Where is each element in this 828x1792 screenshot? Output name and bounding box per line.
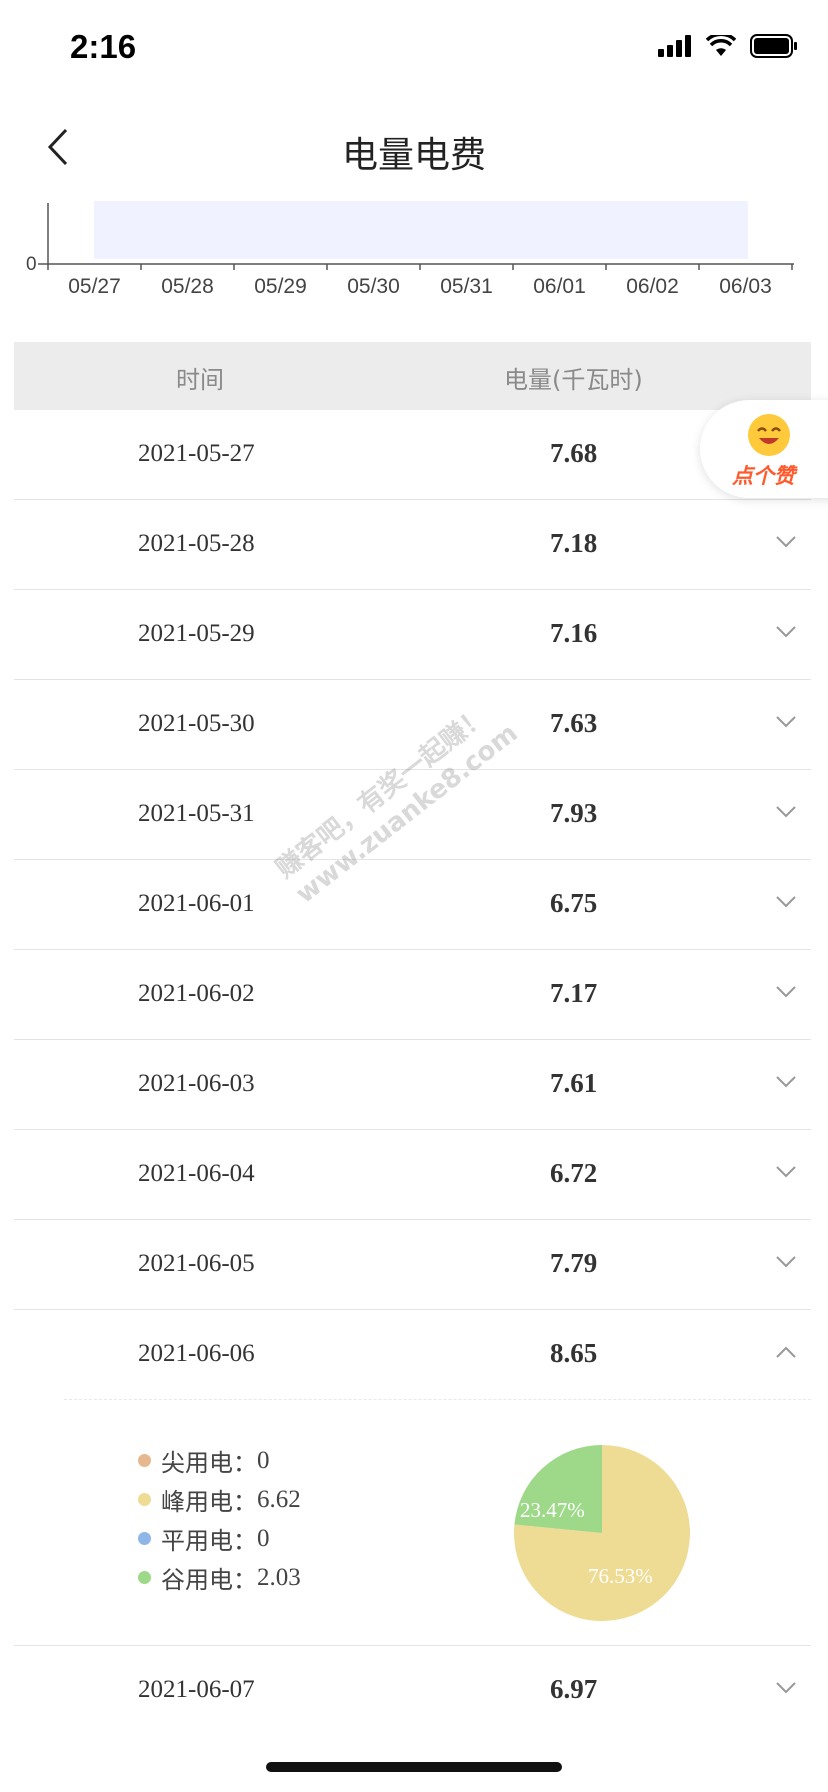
chevron-down-icon <box>776 1682 796 1694</box>
status-time: 2:16 <box>70 28 137 65</box>
cellular-signal-icon <box>658 35 691 57</box>
chevron-down-icon <box>776 986 796 998</box>
row-date: 2021-06-04 <box>138 1160 255 1187</box>
row-date: 2021-06-01 <box>138 890 255 917</box>
row-detail-panel: 尖用电： 0 峰用电： 6.62 平用电： 0 谷用电： 2.03 23.47% 76.… <box>14 1399 811 1646</box>
table-row[interactable]: 2021-05-29 7.16 <box>14 590 811 680</box>
chevron-down-icon <box>776 716 796 728</box>
legend-dot <box>138 1532 151 1545</box>
nav-bar: 电量电费 <box>0 100 828 200</box>
chart-band <box>94 201 748 259</box>
legend-item-sharp: 尖用电： 0 <box>138 1441 301 1480</box>
table-row[interactable]: 2021-05-28 7.18 <box>14 500 811 590</box>
usage-table: 2021-05-27 7.68 2021-05-28 7.18 2021-05-29… <box>14 410 811 1735</box>
x-tick-label: 06/02 <box>626 275 679 298</box>
row-date: 2021-05-29 <box>138 620 255 647</box>
usage-chart-svg: 0 05/27 05/28 05/29 05/30 05/31 06/01 06/02 06/… <box>26 201 794 298</box>
usage-pie-chart: 23.47% 76.53% <box>514 1445 690 1621</box>
row-date: 2021-06-05 <box>138 1250 255 1277</box>
x-tick-label: 06/01 <box>533 275 586 298</box>
wifi-icon <box>706 35 736 56</box>
home-indicator[interactable] <box>266 1762 562 1772</box>
smiley-face-icon <box>748 414 790 456</box>
table-row[interactable]: 2021-06-02 7.17 <box>14 950 811 1040</box>
row-value: 7.68 <box>550 438 598 468</box>
row-value: 7.79 <box>550 1248 598 1278</box>
table-row[interactable]: 2021-06-03 7.61 <box>14 1040 811 1130</box>
table-row[interactable]: 2021-06-01 6.75 <box>14 860 811 950</box>
legend-item-flat: 平用电： 0 <box>138 1519 301 1558</box>
legend-label: 尖用电： <box>161 1449 257 1477</box>
legend-item-valley: 谷用电： 2.03 <box>138 1558 301 1597</box>
status-icons <box>658 34 798 58</box>
page-title: 电量电费 <box>341 135 486 176</box>
pie-label-peak: 76.53% <box>588 1564 653 1588</box>
table-row[interactable]: 2021-06-05 7.79 <box>14 1220 811 1310</box>
legend-value: 2.03 <box>257 1563 301 1591</box>
status-bar: 2:16 <box>0 0 828 100</box>
legend-dot <box>138 1493 151 1506</box>
table-row-expanded[interactable]: 2021-06-06 8.65 <box>14 1310 811 1399</box>
like-label: 点个赞 <box>732 464 795 488</box>
row-value: 6.97 <box>550 1674 598 1704</box>
legend-value: 0 <box>257 1524 270 1552</box>
usage-breakdown-legend: 尖用电： 0 峰用电： 6.62 平用电： 0 谷用电： 2.03 <box>138 1441 301 1597</box>
row-date: 2021-05-28 <box>138 530 255 557</box>
chevron-down-icon <box>776 1166 796 1178</box>
table-header: 时间 电量(千瓦时) <box>14 342 811 410</box>
battery-icon <box>750 34 797 58</box>
legend-value: 0 <box>257 1446 270 1474</box>
legend-value: 6.62 <box>257 1485 301 1513</box>
row-date: 2021-06-03 <box>138 1070 255 1097</box>
legend-dot <box>138 1571 151 1584</box>
chevron-down-icon <box>776 896 796 908</box>
usage-chart: 0 05/27 05/28 05/29 05/30 05/31 06/01 06/02 06/… <box>0 195 828 305</box>
legend-item-peak: 峰用电： 6.62 <box>138 1480 301 1519</box>
legend-label: 平用电： <box>161 1527 257 1555</box>
row-date: 2021-05-27 <box>138 440 255 467</box>
row-value: 7.18 <box>550 528 598 558</box>
chevron-down-icon <box>776 1076 796 1088</box>
chevron-up-icon <box>776 1346 796 1358</box>
x-tick-label: 05/28 <box>161 275 214 298</box>
x-tick-label: 05/30 <box>347 275 400 298</box>
y-tick-zero: 0 <box>26 254 37 275</box>
legend-label: 谷用电： <box>161 1566 257 1594</box>
x-tick-label: 05/27 <box>68 275 121 298</box>
row-value: 8.65 <box>550 1338 598 1368</box>
row-value: 7.93 <box>550 798 598 828</box>
table-row[interactable]: 2021-06-07 6.97 <box>14 1646 811 1735</box>
legend-dot <box>138 1454 151 1467</box>
x-tick-label: 05/31 <box>440 275 493 298</box>
x-tick-label: 06/03 <box>719 275 772 298</box>
pie-label-valley: 23.47% <box>520 1498 585 1522</box>
chevron-down-icon <box>776 536 796 548</box>
table-row[interactable]: 2021-05-27 7.68 <box>14 410 811 500</box>
row-date: 2021-06-02 <box>138 980 255 1007</box>
x-tick-label: 05/29 <box>254 275 307 298</box>
like-float-button[interactable]: 点个赞 <box>700 400 828 498</box>
row-date: 2021-06-07 <box>138 1676 255 1703</box>
legend-label: 峰用电： <box>161 1488 257 1516</box>
chevron-down-icon <box>776 1256 796 1268</box>
row-date: 2021-05-30 <box>138 710 255 737</box>
row-date: 2021-06-06 <box>138 1340 255 1367</box>
row-value: 7.17 <box>550 978 598 1008</box>
row-value: 6.72 <box>550 1158 598 1188</box>
chevron-down-icon <box>776 806 796 818</box>
row-value: 6.75 <box>550 888 598 918</box>
row-date: 2021-05-31 <box>138 800 255 827</box>
row-value: 7.16 <box>550 618 598 648</box>
header-usage: 电量(千瓦时) <box>504 366 643 394</box>
row-value: 7.61 <box>550 1068 598 1098</box>
chevron-down-icon <box>776 626 796 638</box>
row-value: 7.63 <box>550 708 598 738</box>
detail-divider <box>64 1399 811 1400</box>
header-time: 时间 <box>176 366 224 394</box>
table-row[interactable]: 2021-06-04 6.72 <box>14 1130 811 1220</box>
